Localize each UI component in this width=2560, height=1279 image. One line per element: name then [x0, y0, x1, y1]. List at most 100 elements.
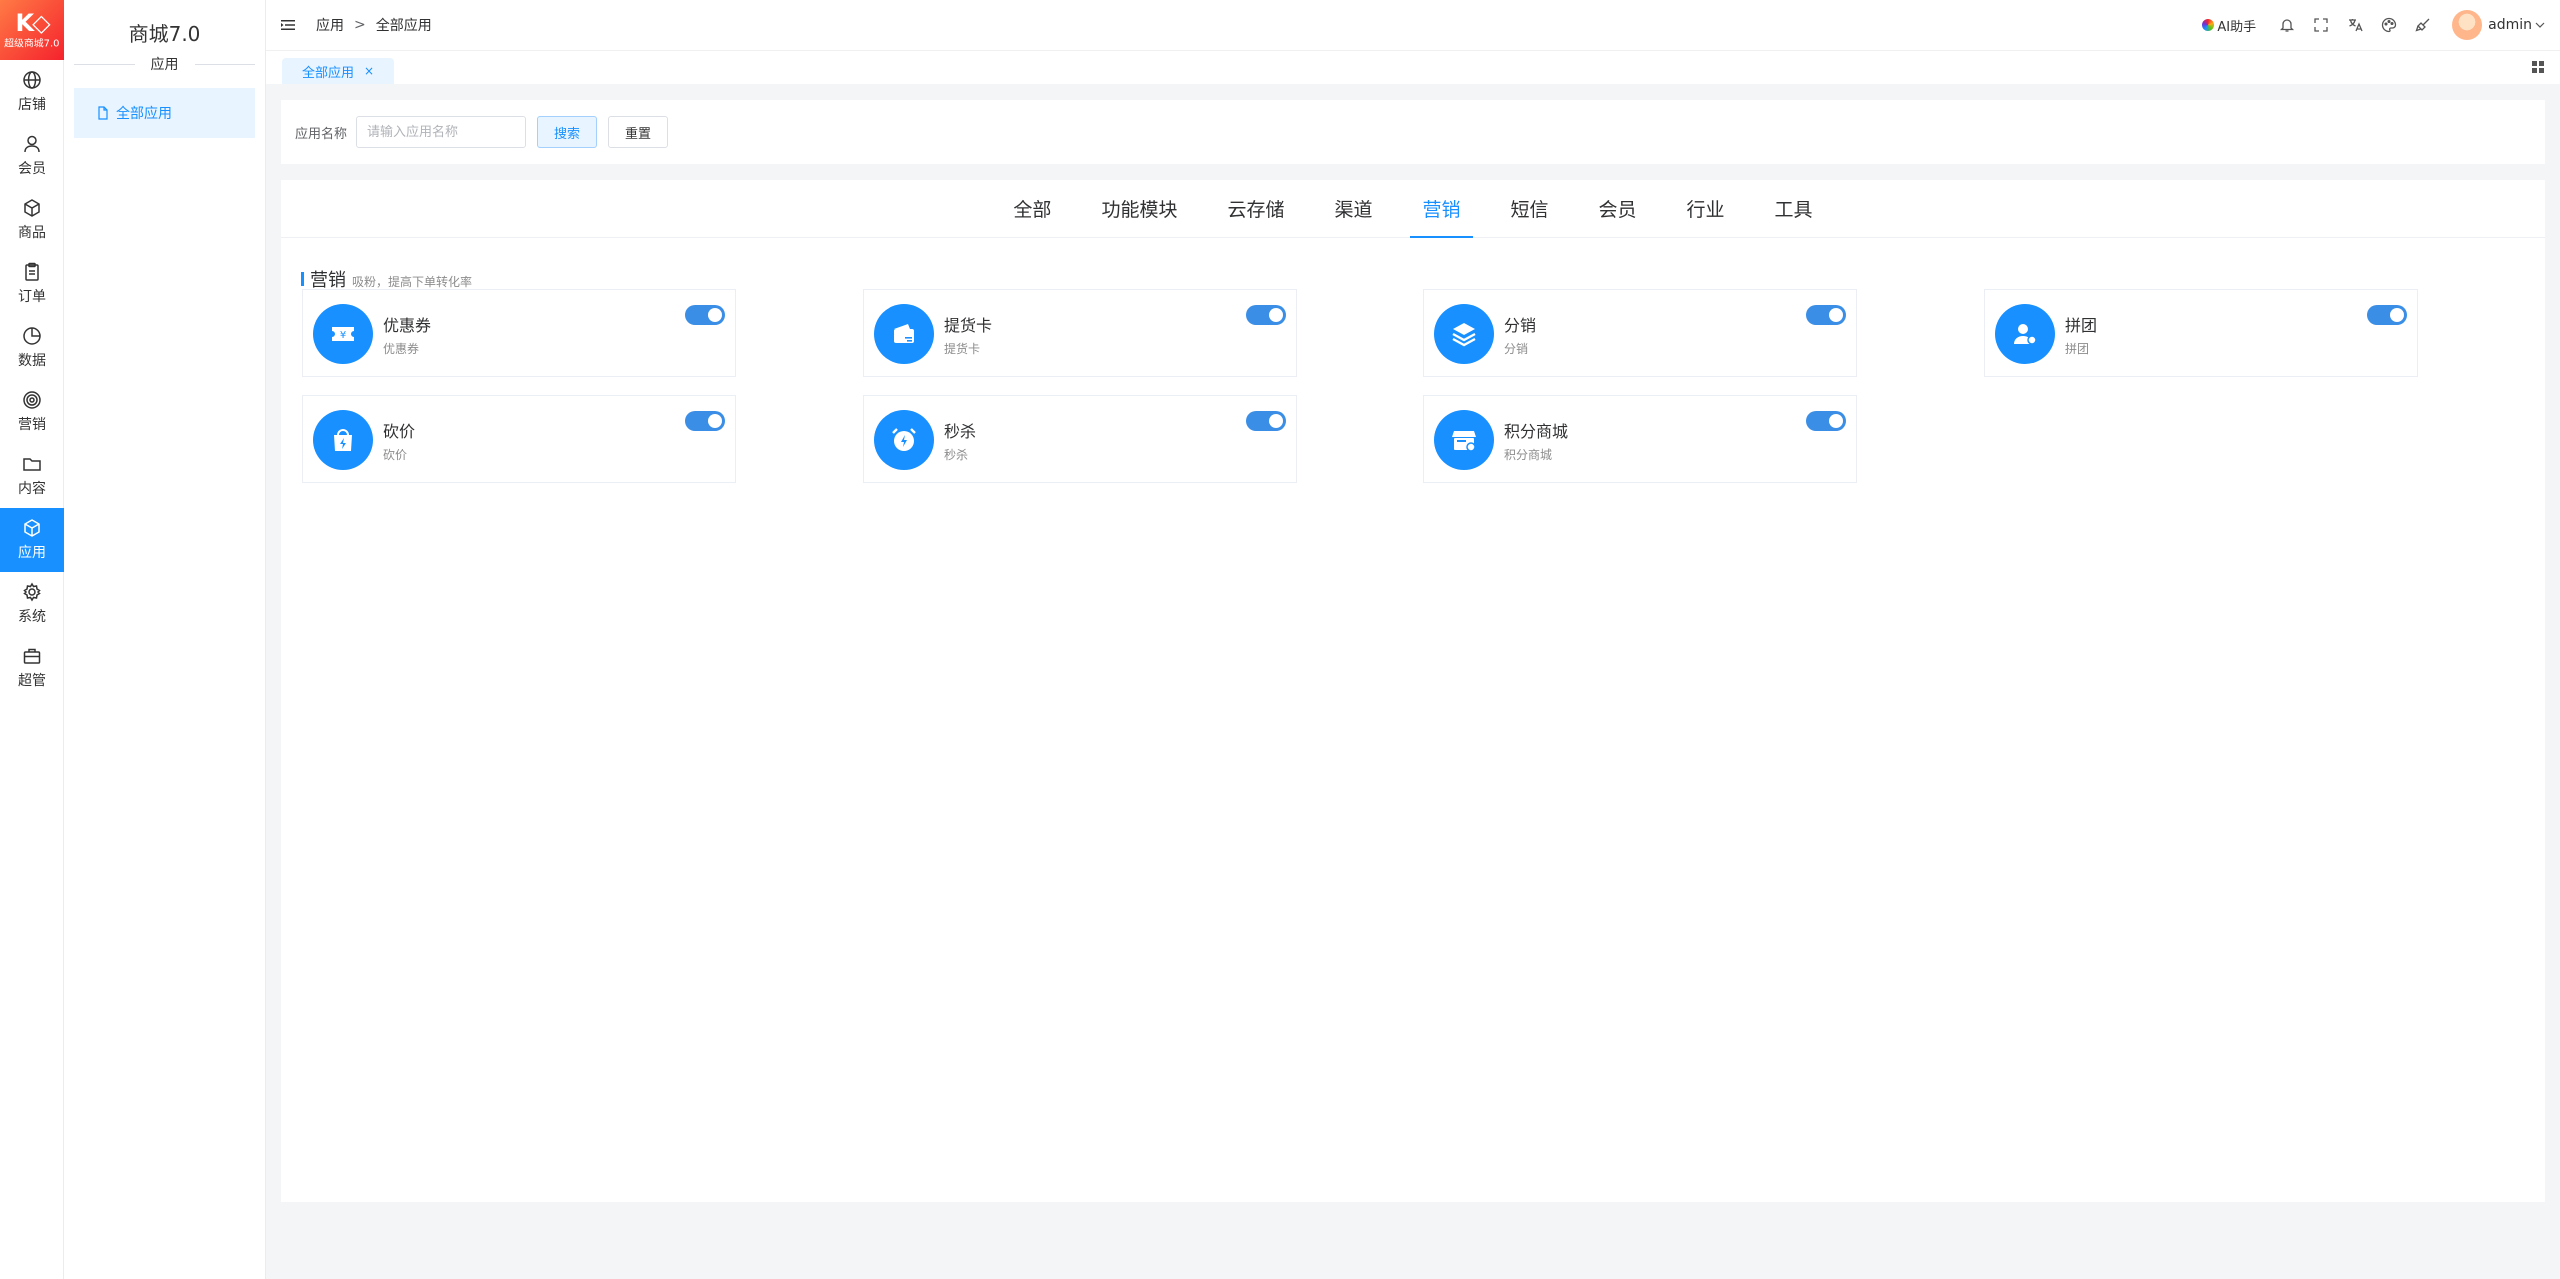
- coupon-icon: ¥: [332, 327, 354, 341]
- breadcrumb-item[interactable]: 应用: [316, 15, 344, 35]
- app-subtitle: 砍价: [383, 448, 408, 462]
- app-card-distribution[interactable]: 分销 分销: [1423, 289, 1857, 377]
- globe-icon: [23, 71, 41, 89]
- clear-cache-icon[interactable]: [2415, 17, 2431, 33]
- view-tab-label: 全部应用: [302, 65, 355, 81]
- rail-item-store[interactable]: 店铺: [0, 60, 64, 124]
- bell-icon[interactable]: [2279, 17, 2295, 33]
- ai-assistant-label: AI助手: [2217, 19, 2257, 35]
- rail-item-data[interactable]: 数据: [0, 316, 64, 380]
- folder-icon: [23, 458, 41, 471]
- tab-sms[interactable]: 短信: [1499, 180, 1561, 237]
- pie-icon: [23, 327, 41, 345]
- rail-label: 应用: [18, 545, 46, 561]
- card-wallet-icon: [894, 324, 914, 343]
- rail-label: 数据: [18, 353, 46, 369]
- app-card-bargain[interactable]: 砍价 砍价: [302, 395, 736, 483]
- tab-industry[interactable]: 行业: [1675, 180, 1737, 237]
- rail-label: 会员: [18, 161, 46, 177]
- rail-item-goods[interactable]: 商品: [0, 188, 64, 252]
- store-icon: [1452, 431, 1476, 452]
- app-subtitle: 秒杀: [944, 448, 969, 462]
- app-name: 积分商城: [1504, 422, 1569, 441]
- subnav-section-divider: 应用: [74, 54, 255, 74]
- app-icon-badge: [874, 410, 934, 470]
- rail-label: 内容: [18, 481, 46, 497]
- search-button[interactable]: 搜索: [537, 116, 598, 148]
- left-rail: K◇ 超级商城7.0 店铺 会员 商品 订单 数据 营销 内容 应用 系统 超管: [0, 0, 64, 1279]
- app-enable-toggle[interactable]: [1806, 411, 1846, 431]
- view-tab-all-apps[interactable]: 全部应用 ×: [282, 58, 395, 84]
- palette-icon[interactable]: [2381, 17, 2397, 33]
- rail-item-marketing[interactable]: 营销: [0, 380, 64, 444]
- app-subtitle: 分销: [1504, 342, 1529, 356]
- subnav-item-all-apps[interactable]: 全部应用: [74, 88, 255, 138]
- breadcrumb: 应用 > 全部应用: [316, 15, 432, 35]
- app-subtitle: 拼团: [2065, 342, 2090, 356]
- app-enable-toggle[interactable]: [1246, 411, 1286, 431]
- tab-marketing[interactable]: 营销: [1410, 180, 1473, 238]
- app-enable-toggle[interactable]: [1806, 305, 1846, 325]
- app-name: 砍价: [383, 422, 416, 441]
- app-card-coupon[interactable]: ¥ 优惠券 优惠券: [302, 289, 736, 377]
- rail-label: 超管: [18, 673, 46, 689]
- group-users-icon: [2014, 324, 2037, 345]
- flash-bag-icon: [334, 429, 352, 451]
- app-enable-toggle[interactable]: [685, 411, 725, 431]
- tab-channels[interactable]: 渠道: [1322, 180, 1384, 237]
- user-name[interactable]: admin: [2488, 17, 2532, 33]
- tab-member[interactable]: 会员: [1587, 180, 1649, 237]
- app-card-pickup-card[interactable]: 提货卡 提货卡: [863, 289, 1297, 377]
- rail-item-member[interactable]: 会员: [0, 124, 64, 188]
- logo-mark: K◇: [15, 9, 50, 37]
- app-name-input[interactable]: [356, 116, 527, 148]
- menu-toggle-icon[interactable]: [280, 17, 296, 33]
- app-card-group-buy[interactable]: 拼团 拼团: [1984, 289, 2418, 377]
- app-name: 拼团: [2065, 316, 2098, 335]
- app-icon-badge: [874, 304, 934, 364]
- app-enable-toggle[interactable]: [1246, 305, 1286, 325]
- subnav-item-label: 全部应用: [116, 106, 172, 122]
- layers-icon: [1452, 323, 1476, 347]
- rail-item-system[interactable]: 系统: [0, 572, 64, 636]
- app-icon-badge: ¥: [313, 304, 373, 364]
- app-subtitle: 提货卡: [944, 342, 981, 356]
- clipboard-icon: [25, 262, 39, 281]
- rail-item-superadmin[interactable]: 超管: [0, 636, 64, 700]
- reset-button[interactable]: 重置: [608, 116, 669, 148]
- target-icon: [23, 391, 41, 409]
- rail-item-order[interactable]: 订单: [0, 252, 64, 316]
- section-description: 吸粉，提高下单转化率: [352, 275, 473, 289]
- tab-tools[interactable]: 工具: [1763, 180, 1825, 237]
- grid-menu-icon[interactable]: [2530, 59, 2546, 75]
- logo-text: 超级商城7.0: [4, 37, 60, 50]
- brand-logo[interactable]: K◇ 超级商城7.0: [0, 0, 64, 60]
- tab-all[interactable]: 全部: [1001, 180, 1063, 237]
- app-card-points-mall[interactable]: 积分商城 积分商城: [1423, 395, 1857, 483]
- alarm-flash-icon: [892, 428, 916, 451]
- app-enable-toggle[interactable]: [685, 305, 725, 325]
- close-icon[interactable]: ×: [364, 64, 374, 78]
- gear-icon: [23, 582, 41, 602]
- app-name: 秒杀: [944, 422, 977, 441]
- app-icon-badge: [313, 410, 373, 470]
- ai-assistant-button[interactable]: AI助手: [2202, 16, 2256, 35]
- tab-cloud-storage[interactable]: 云存储: [1215, 180, 1296, 237]
- app-card-flash-sale[interactable]: 秒杀 秒杀: [863, 395, 1297, 483]
- avatar[interactable]: [2452, 10, 2483, 40]
- translate-icon[interactable]: [2347, 17, 2363, 33]
- app-icon-badge: [1434, 304, 1494, 364]
- app-name: 优惠券: [383, 316, 432, 335]
- app-icon-badge: [1434, 410, 1494, 470]
- breadcrumb-item: 全部应用: [375, 18, 432, 34]
- rail-label: 系统: [18, 609, 46, 625]
- fullscreen-icon[interactable]: [2313, 17, 2329, 33]
- subnav-title: 商城7.0: [128, 22, 201, 46]
- rail-item-content[interactable]: 内容: [0, 444, 64, 508]
- rail-item-apps[interactable]: 应用: [0, 508, 64, 572]
- chevron-down-icon[interactable]: [2534, 19, 2546, 31]
- rail-label: 商品: [18, 225, 46, 241]
- tab-feature-modules[interactable]: 功能模块: [1089, 180, 1189, 237]
- app-enable-toggle[interactable]: [2367, 305, 2407, 325]
- section-accent-bar: [301, 272, 304, 286]
